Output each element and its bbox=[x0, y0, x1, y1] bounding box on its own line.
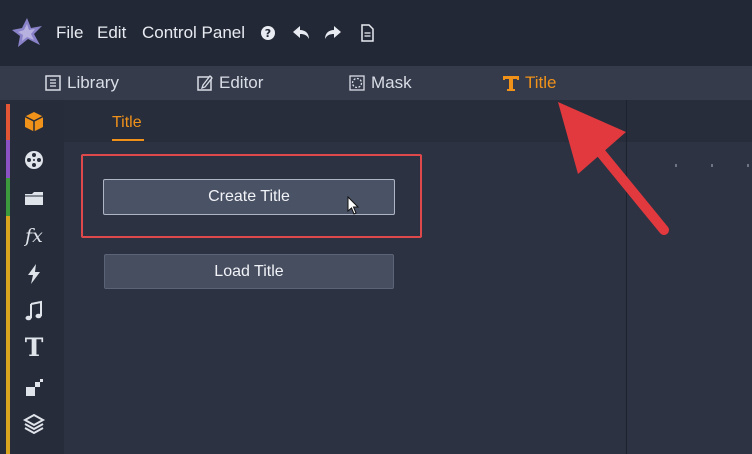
svg-text:?: ? bbox=[265, 27, 271, 40]
app-logo-icon[interactable] bbox=[10, 16, 44, 50]
app-window: File Edit Control Panel ? Library Editor… bbox=[0, 0, 752, 454]
library-icon bbox=[45, 75, 61, 91]
highlight-box bbox=[81, 154, 422, 238]
mask-icon bbox=[349, 75, 365, 91]
help-icon[interactable]: ? bbox=[257, 22, 279, 44]
tab-editor[interactable]: Editor bbox=[196, 72, 263, 94]
category-strip-yellow bbox=[6, 216, 10, 454]
film-reel-icon[interactable] bbox=[20, 146, 48, 174]
fx-icon[interactable]: fx bbox=[20, 222, 48, 250]
document-icon[interactable] bbox=[356, 22, 378, 44]
category-strip-red bbox=[6, 104, 10, 140]
package-icon[interactable] bbox=[20, 108, 48, 136]
category-strip-purple bbox=[6, 140, 10, 178]
left-sidebar: fx T bbox=[0, 100, 64, 454]
redo-icon[interactable] bbox=[322, 22, 344, 44]
category-strip-green bbox=[6, 178, 10, 216]
title-icon bbox=[503, 76, 519, 91]
folder-icon[interactable] bbox=[20, 184, 48, 212]
menu-edit[interactable]: Edit bbox=[97, 22, 126, 44]
tab-mask-label: Mask bbox=[371, 73, 412, 92]
tab-mask[interactable]: Mask bbox=[348, 72, 412, 94]
ruler-tick bbox=[747, 164, 749, 167]
music-icon[interactable] bbox=[20, 298, 48, 326]
menu-bar: File Edit Control Panel ? bbox=[0, 0, 752, 66]
tab-library[interactable]: Library bbox=[44, 72, 119, 94]
lightning-icon[interactable] bbox=[20, 260, 48, 288]
tab-library-label: Library bbox=[67, 73, 119, 92]
subtab-underline bbox=[112, 139, 144, 141]
tab-editor-label: Editor bbox=[219, 73, 264, 92]
text-icon[interactable]: T bbox=[20, 334, 48, 362]
menu-file[interactable]: File bbox=[56, 22, 83, 44]
menu-control-panel[interactable]: Control Panel bbox=[142, 22, 245, 44]
editor-icon bbox=[197, 75, 213, 91]
undo-icon[interactable] bbox=[290, 22, 312, 44]
annotation-arrow-icon bbox=[558, 102, 669, 235]
ruler-tick bbox=[711, 164, 713, 167]
load-title-button[interactable]: Load Title bbox=[104, 254, 394, 289]
layers-icon[interactable] bbox=[20, 410, 48, 438]
transition-icon[interactable] bbox=[20, 374, 48, 402]
subtab-title[interactable]: Title bbox=[112, 114, 142, 132]
